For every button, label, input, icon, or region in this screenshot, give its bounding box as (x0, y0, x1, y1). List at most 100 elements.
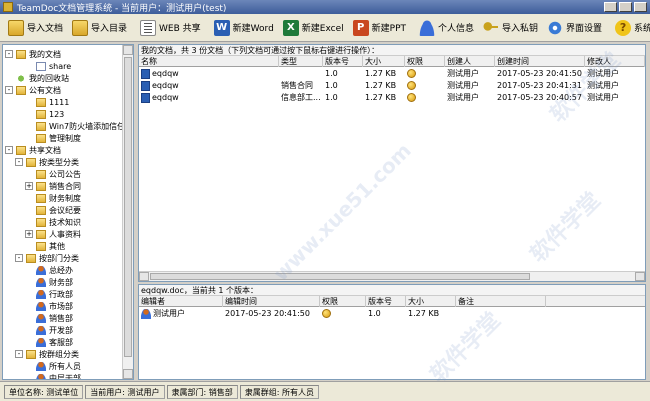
tree-vertical-scrollbar[interactable] (122, 45, 133, 379)
tree-node[interactable]: 1111 (25, 96, 69, 108)
tree-node[interactable]: 客服部 (25, 336, 73, 348)
column-header[interactable]: 权限 (320, 296, 366, 307)
column-header[interactable]: 编辑时间 (223, 296, 320, 307)
maximize-button[interactable] (619, 2, 632, 12)
column-header[interactable]: 权限 (405, 56, 445, 67)
scroll-down-button[interactable] (123, 369, 133, 379)
scroll-up-button[interactable] (123, 45, 133, 55)
folder-tree: - 我的文档 share 我的回收站 - 公有文档 1111 123 Win7防火墙添加信任程序… (3, 45, 123, 379)
document-list-horizontal-scrollbar[interactable] (139, 271, 645, 281)
tree-node[interactable]: 财务制度 (25, 192, 81, 204)
toolbar-button[interactable]: 导入私钥 (479, 16, 542, 40)
version-cell: 1.0 (366, 308, 406, 320)
tree-expander[interactable]: - (5, 50, 13, 58)
folder-icon (36, 217, 46, 227)
tree-node[interactable]: 中层干部 (25, 372, 81, 379)
column-header[interactable]: 类型 (279, 56, 323, 67)
column-header[interactable]: 版本号 (323, 56, 363, 67)
document-cell: 2017-05-23 20:41:31 (495, 80, 585, 92)
excel-icon: X (282, 19, 299, 36)
column-header[interactable]: 创建人 (445, 56, 495, 67)
tree-node[interactable]: 管理制度 (25, 132, 81, 144)
tree-expander[interactable]: - (15, 158, 23, 166)
tree-node[interactable]: 技术知识 (25, 216, 81, 228)
version-cell-text: 1.0 (368, 309, 381, 318)
toolbar-button[interactable]: ?系统帮助 (611, 16, 650, 40)
tree-node[interactable]: 市场部 (25, 300, 73, 312)
tree-expander[interactable]: - (15, 254, 23, 262)
document-row[interactable]: eqdqw 信息部工... 1.0 1.27 KB 测试用户 2017-05-23 20:… (139, 92, 645, 104)
column-header[interactable]: 大小 (363, 56, 405, 67)
column-header[interactable]: 备注 (456, 296, 546, 307)
tree-node[interactable]: - 按群组分类 (15, 348, 79, 360)
toolbar-button[interactable]: 个人信息 (415, 16, 478, 40)
tree-node[interactable]: 会议纪要 (25, 204, 81, 216)
document-cell-text: 2017-05-23 20:40:57 (497, 93, 582, 102)
document-cell-text: 1.0 (325, 81, 338, 90)
tree-node[interactable]: - 按部门分类 (15, 252, 79, 264)
tree-node[interactable]: 我的回收站 (5, 72, 69, 84)
tree-node[interactable]: + 人事资料 (25, 228, 81, 240)
tree-node[interactable]: 其他 (25, 240, 65, 252)
tree-node-label: 技术知识 (49, 217, 81, 227)
tree-node[interactable]: - 按类型分类 (15, 156, 79, 168)
document-cell: 1.0 (323, 92, 363, 104)
scroll-thumb[interactable] (124, 57, 132, 357)
close-button[interactable] (634, 2, 647, 12)
column-header[interactable]: 修改人 (585, 56, 645, 67)
tree-node[interactable]: - 共享文档 (5, 144, 61, 156)
column-header[interactable]: 名称 (139, 56, 279, 67)
toolbar-button[interactable]: X 新建Excel (279, 16, 348, 40)
tree-node-label: 财务制度 (49, 193, 81, 203)
tree-node[interactable]: - 我的文档 (5, 48, 61, 60)
tree-expander[interactable]: + (25, 230, 33, 238)
tree-expander[interactable]: - (5, 146, 13, 154)
tree-node[interactable]: + 销售合同 (25, 180, 81, 192)
toolbar-button[interactable]: 导入文档 (4, 16, 67, 40)
tree-node[interactable]: 公司公告 (25, 168, 81, 180)
folder-icon (16, 85, 26, 95)
column-header[interactable]: 创建时间 (495, 56, 585, 67)
toolbar-button[interactable]: WEB 共享 (136, 16, 205, 40)
tree-node[interactable]: 行政部 (25, 288, 73, 300)
tree-node[interactable]: 所有人员 (25, 360, 81, 372)
column-header[interactable]: 大小 (406, 296, 456, 307)
tree-node[interactable]: 财务部 (25, 276, 73, 288)
document-cell: 测试用户 (585, 68, 645, 80)
tree-expander[interactable]: - (15, 350, 23, 358)
document-row[interactable]: eqdqw 1.0 1.27 KB 测试用户 2017-05-23 20:41:50 测试… (139, 68, 645, 80)
document-cell: 测试用户 (445, 80, 495, 92)
folder-icon (26, 157, 36, 167)
column-header[interactable]: 版本号 (366, 296, 406, 307)
tree-node-label: 公有文档 (29, 85, 61, 95)
tree-node[interactable]: Win7防火墙添加信任程序 (25, 120, 123, 132)
person-icon (36, 337, 46, 347)
toolbar-button[interactable]: 界面设置 (543, 16, 606, 40)
tree-node[interactable]: 123 (25, 108, 64, 120)
scroll-right-button[interactable] (635, 272, 645, 281)
tree-expander[interactable]: + (25, 182, 33, 190)
tree-node-label: 我的回收站 (29, 73, 69, 83)
document-cell-text: 测试用户 (587, 69, 619, 78)
tree-node[interactable]: share (25, 60, 71, 72)
toolbar-button[interactable]: 导入目录 (68, 16, 131, 40)
scroll-left-button[interactable] (139, 272, 149, 281)
minimize-button[interactable] (604, 2, 617, 12)
person-icon (36, 361, 46, 371)
scroll-thumb[interactable] (150, 273, 530, 280)
tree-node[interactable]: 开发部 (25, 324, 73, 336)
column-header[interactable]: 编辑者 (139, 296, 223, 307)
folder-icon (72, 19, 89, 36)
tree-node[interactable]: 总经办 (25, 264, 73, 276)
tree-node-label: 中层干部 (49, 373, 81, 380)
version-row[interactable]: 测试用户 2017-05-23 20:41:50 1.0 1.27 KB (139, 308, 645, 320)
document-row[interactable]: eqdqw 销售合同 1.0 1.27 KB 测试用户 2017-05-23 20:41:… (139, 80, 645, 92)
folder-icon (36, 181, 46, 191)
person-icon (36, 325, 46, 335)
tree-node[interactable]: 销售部 (25, 312, 73, 324)
toolbar-button[interactable]: W 新建Word (210, 16, 278, 40)
tree-node-label: 按部门分类 (39, 253, 79, 263)
tree-expander[interactable]: - (5, 86, 13, 94)
toolbar-button[interactable]: P 新建PPT (349, 16, 410, 40)
tree-node[interactable]: - 公有文档 (5, 84, 61, 96)
